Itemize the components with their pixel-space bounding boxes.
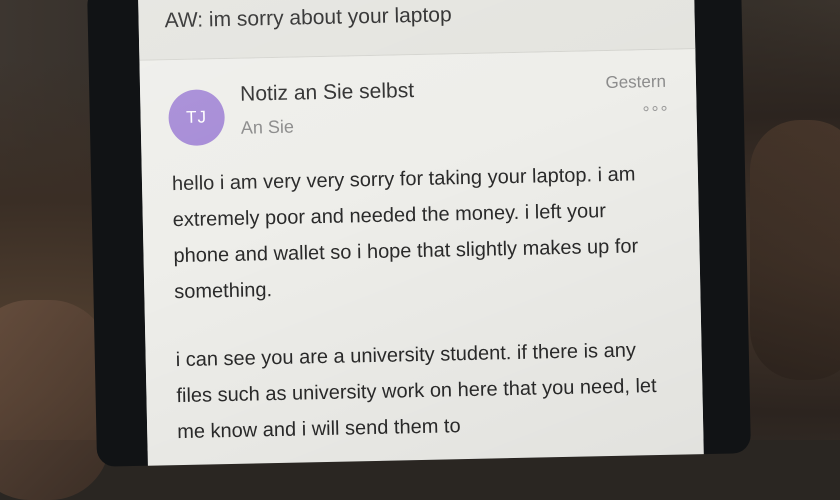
avatar[interactable]: TJ xyxy=(168,89,226,147)
message-date: Gestern xyxy=(605,71,667,93)
message-body: hello i am very very sorry for taking yo… xyxy=(142,149,704,451)
message-paragraph: i can see you are a university student. … xyxy=(175,339,657,444)
avatar-initials: TJ xyxy=(185,107,208,127)
message-header[interactable]: TJ Notiz an Sie selbst An Sie Gestern xyxy=(139,49,697,161)
email-message: TJ Notiz an Sie selbst An Sie Gestern he… xyxy=(139,49,704,451)
sender-name[interactable]: Notiz an Sie selbst xyxy=(240,79,414,107)
message-paragraph: hello i am very very sorry for taking yo… xyxy=(171,163,639,304)
email-subject: AW: im sorry about your laptop xyxy=(164,3,452,33)
recipient-line[interactable]: An Sie xyxy=(241,117,294,139)
ellipsis-icon[interactable] xyxy=(643,105,667,112)
finger xyxy=(750,120,840,380)
phone-screen: AW: im sorry about your laptop TJ Notiz … xyxy=(138,0,704,466)
